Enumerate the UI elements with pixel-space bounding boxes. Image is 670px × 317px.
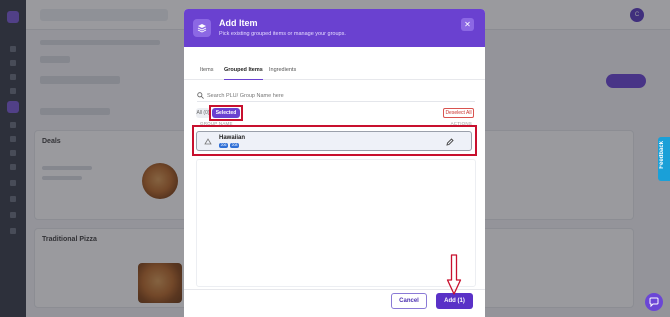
modal-title: Add Item (219, 18, 258, 28)
add-item-modal: Add Item Pick existing grouped items or … (184, 9, 485, 317)
modal-header: Add Item Pick existing grouped items or … (184, 9, 485, 47)
feedback-tab[interactable]: Feedback (658, 137, 670, 181)
tab-ingredients[interactable]: Ingredients (269, 67, 296, 80)
cancel-button[interactable]: Cancel (391, 293, 427, 309)
tab-grouped-items[interactable]: Grouped Items (224, 67, 263, 80)
search-bar (197, 91, 475, 102)
close-icon[interactable]: ✕ (461, 18, 474, 31)
pizza-icon (204, 138, 212, 145)
group-list-area (196, 159, 476, 287)
plu-badge: 206 (219, 143, 228, 148)
annotation-arrow-icon (446, 254, 462, 295)
plu-badge: 208 (230, 143, 239, 148)
edit-icon[interactable] (446, 138, 454, 146)
filter-all[interactable]: All (0) (196, 108, 210, 118)
chat-button[interactable] (645, 293, 663, 311)
highlight-box (209, 105, 243, 121)
group-row[interactable]: Hawaiian 206 208 (196, 131, 472, 151)
tab-items[interactable]: Items (200, 67, 213, 80)
chat-icon (649, 297, 659, 307)
modal-tabs: Items Grouped Items Ingredients (184, 63, 485, 80)
deselect-all-button[interactable]: Deselect All (443, 108, 474, 118)
search-input[interactable] (207, 91, 467, 101)
search-icon (197, 92, 204, 99)
group-name: Hawaiian (219, 135, 246, 141)
modal-subtitle: Pick existing grouped items or manage yo… (219, 31, 346, 37)
layers-icon (193, 19, 211, 37)
